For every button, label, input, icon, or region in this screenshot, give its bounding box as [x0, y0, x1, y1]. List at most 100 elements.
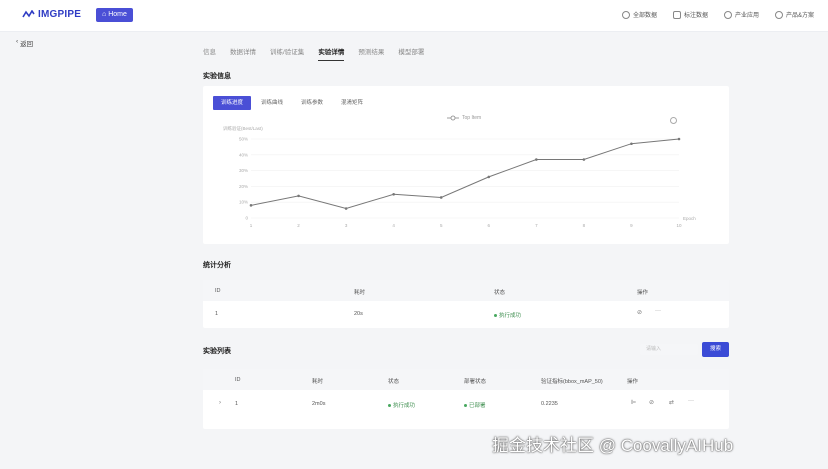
x-tick-label: 4: [392, 223, 395, 228]
series-line: [250, 138, 680, 210]
expand-icon[interactable]: ›: [219, 400, 221, 406]
back-label: 返回: [20, 41, 34, 48]
x-tick-label: 6: [488, 223, 491, 228]
nav-industry-label: 产业应用: [734, 13, 759, 19]
line-chart: 训练验证(Best/Last) 0 10% 20% 30% 40% 50% 1 2 3 4 5 6 7 8 9…: [223, 125, 696, 228]
y-tick-label: 50%: [239, 137, 248, 142]
more-icon[interactable]: ···: [655, 308, 661, 314]
stats-header-actions: 操作: [637, 290, 649, 296]
data-point: [582, 158, 586, 161]
x-tick-label: 2: [297, 223, 300, 228]
list-cell-deploy: 已部署: [464, 401, 486, 409]
stats-header-id: ID: [215, 288, 221, 294]
list-cell-time: 2m0s: [312, 401, 326, 407]
stats-cell-status: 执行成功: [494, 311, 521, 319]
x-tick-label: 10: [676, 223, 682, 228]
nav-products-label: 产品&方案: [785, 13, 814, 19]
detail-tabs: 信息 数据详情 训练/验证集 实验详情 预测结果 模型部署: [203, 46, 424, 61]
section-title-experiment-info: 实验信息: [203, 73, 231, 80]
nav-annotated-data-label: 标注数据: [683, 13, 708, 19]
search-button[interactable]: 搜索: [702, 342, 729, 357]
compare-icon[interactable]: ⇄: [669, 399, 674, 406]
data-point: [344, 207, 348, 210]
home-button[interactable]: ⌂ Home: [96, 8, 133, 22]
chart-icon[interactable]: ⊫: [631, 399, 636, 406]
tab-train-val[interactable]: 训练/验证集: [270, 46, 304, 61]
x-tick-label: 9: [630, 223, 633, 228]
stats-header-time: 耗时: [354, 290, 366, 296]
tab-experiment-detail[interactable]: 实验详情: [318, 46, 345, 61]
y-axis-label: 训练验证(Best/Last): [223, 125, 263, 132]
y-tick-label: 40%: [239, 152, 248, 157]
bulb-icon: [774, 10, 783, 19]
list-cell-metric: 0.2235: [541, 401, 558, 407]
database-icon: [621, 10, 630, 19]
view-icon[interactable]: ⊘: [637, 309, 642, 316]
y-tick-label: 20%: [239, 184, 248, 189]
tab-prediction[interactable]: 预测结果: [358, 46, 384, 61]
data-point: [630, 142, 633, 146]
nav-industry[interactable]: 产业应用: [723, 10, 759, 19]
list-cell-status: 执行成功: [388, 401, 415, 409]
stats-table-header: [203, 280, 729, 301]
y-tick-label: 10%: [239, 200, 248, 205]
list-header-actions: 操作: [627, 379, 639, 385]
home-label: Home: [108, 11, 127, 18]
tag-icon: [672, 10, 681, 19]
nav-annotated-data[interactable]: 标注数据: [672, 10, 708, 19]
data-point: [249, 204, 253, 207]
list-header-time: 耗时: [312, 379, 324, 385]
logo-text: IMGPIPE: [38, 9, 82, 20]
logo[interactable]: IMGPIPE: [22, 9, 81, 20]
x-axis-label: Epoch: [683, 216, 696, 221]
section-title-experiment-list: 实验列表: [203, 348, 231, 355]
section-title-stats: 统计分析: [203, 262, 231, 269]
data-point: [392, 193, 395, 196]
status-dot-icon: [494, 314, 497, 318]
nav-products[interactable]: 产品&方案: [774, 10, 814, 19]
data-point: [297, 194, 300, 198]
top-bar: IMGPIPE ⌂ Home 全部数据 标注数据 产业应用 产品&方案: [0, 0, 828, 32]
nav-all-data[interactable]: 全部数据: [621, 10, 657, 19]
list-header-deploy: 部署状态: [464, 379, 487, 385]
home-icon: ⌂: [102, 11, 107, 18]
data-point: [677, 137, 681, 141]
list-header-status: 状态: [388, 379, 400, 385]
stats-header-status: 状态: [494, 290, 506, 296]
nav-all-data-label: 全部数据: [632, 13, 657, 19]
chevron-left-icon: ‹: [16, 38, 19, 45]
list-deploy-label: 已部署: [469, 403, 486, 409]
logo-icon: [22, 9, 35, 17]
list-status-label: 执行成功: [393, 403, 416, 409]
chart-card: 训练进度 训练曲线 训练参数 混淆矩阵 Top Item 训练验证(Best/L…: [203, 86, 729, 244]
stats-table: ID 耗时 状态 操作 1 20s 执行成功 ⊘ ···: [203, 280, 729, 328]
stats-cell-id: 1: [215, 311, 219, 317]
data-point: [487, 175, 491, 179]
x-tick-label: 8: [583, 223, 586, 228]
view-icon[interactable]: ⊘: [649, 399, 654, 406]
top-nav: 全部数据 标注数据 产业应用 产品&方案: [621, 10, 814, 19]
data-point: [535, 158, 538, 161]
search-input[interactable]: 请输入: [640, 344, 698, 355]
stats-cell-time: 20s: [354, 311, 363, 317]
gear-icon: [723, 10, 732, 19]
experiment-list-table: ID 耗时 状态 部署状态 验证指标(bbox_mAP_50) 操作 › 1 2…: [203, 369, 729, 429]
y-tick-label: 30%: [239, 168, 248, 173]
stats-status-label: 执行成功: [499, 313, 522, 319]
status-dot-icon: [388, 404, 391, 408]
tab-data-detail[interactable]: 数据详情: [230, 46, 256, 61]
back-link[interactable]: ‹ 返回: [16, 38, 33, 48]
y-tick-label: 0: [245, 216, 248, 221]
tab-deploy[interactable]: 模型部署: [398, 46, 424, 61]
x-tick-label: 1: [250, 223, 253, 228]
tab-info[interactable]: 信息: [203, 46, 216, 61]
deploy-dot-icon: [464, 404, 467, 408]
watermark: 掘金技术社区 @ CoovallyAIHub: [492, 436, 734, 455]
more-icon[interactable]: ···: [688, 398, 694, 404]
x-tick-label: 5: [440, 223, 443, 228]
list-cell-id: 1: [235, 401, 239, 407]
data-point: [439, 196, 443, 199]
list-header-id: ID: [235, 377, 241, 383]
list-header-metric: 验证指标(bbox_mAP_50): [541, 379, 603, 385]
x-tick-label: 3: [345, 223, 348, 228]
